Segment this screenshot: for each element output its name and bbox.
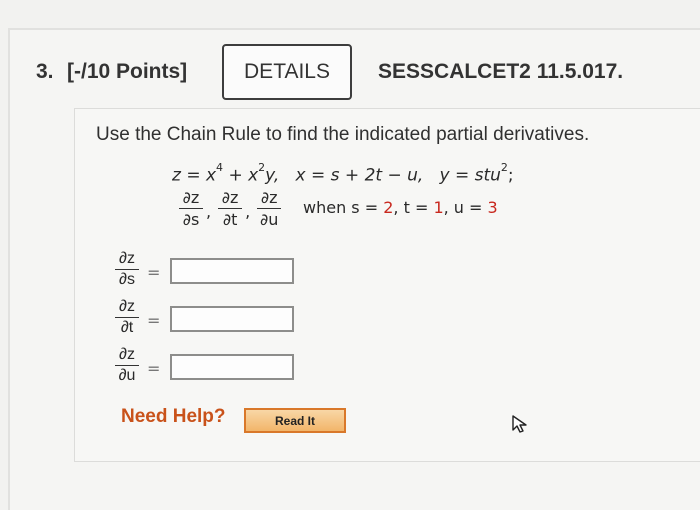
answer-row-du: ∂z ∂u = <box>114 346 314 396</box>
need-help-label: Need Help? <box>121 406 226 427</box>
mouse-cursor-icon <box>512 415 527 433</box>
answer-label-ds: ∂z ∂s <box>114 250 140 289</box>
partial-z-s: ∂z ∂s <box>178 188 204 229</box>
question-number: 3. <box>36 60 54 83</box>
answer-row-ds: ∂z ∂s = <box>114 250 314 300</box>
answer-row-dt: ∂z ∂t = <box>114 298 314 348</box>
answer-label-dt: ∂z ∂t <box>114 298 140 337</box>
t-value: 1 <box>433 198 444 217</box>
course-code: SESSCALCET2 11.5.017. <box>378 60 624 83</box>
question-header: 3. [-/10 Points] DETAILS SESSCALCET2 11.… <box>0 36 700 108</box>
evaluation-condition: when s = 2, t = 1, u = 3 <box>303 198 498 217</box>
answer-input-ds[interactable] <box>170 258 294 284</box>
read-it-button[interactable]: Read It <box>244 408 346 433</box>
partial-z-t: ∂z ∂t <box>217 188 243 229</box>
equation-line: z = x4 + x2y, x = s + 2t − u, y = stu2; <box>172 161 514 186</box>
z-definition: z = x <box>172 165 217 186</box>
details-button[interactable]: DETAILS <box>222 44 352 100</box>
partial-z-u: ∂z ∂u <box>256 188 282 229</box>
question-points: [-/10 Points] <box>67 60 188 83</box>
s-value: 2 <box>383 198 394 217</box>
y-definition: y = stu <box>439 165 501 186</box>
u-value: 3 <box>487 198 498 217</box>
answer-input-dt[interactable] <box>170 306 294 332</box>
problem-instructions: Use the Chain Rule to find the indicated… <box>96 124 590 145</box>
requested-derivatives: ∂z ∂s , ∂z ∂t , ∂z ∂u <box>178 188 282 229</box>
x-definition: x = s + 2t − u, <box>295 165 424 186</box>
answer-input-du[interactable] <box>170 354 294 380</box>
answer-label-du: ∂z ∂u <box>114 346 140 385</box>
